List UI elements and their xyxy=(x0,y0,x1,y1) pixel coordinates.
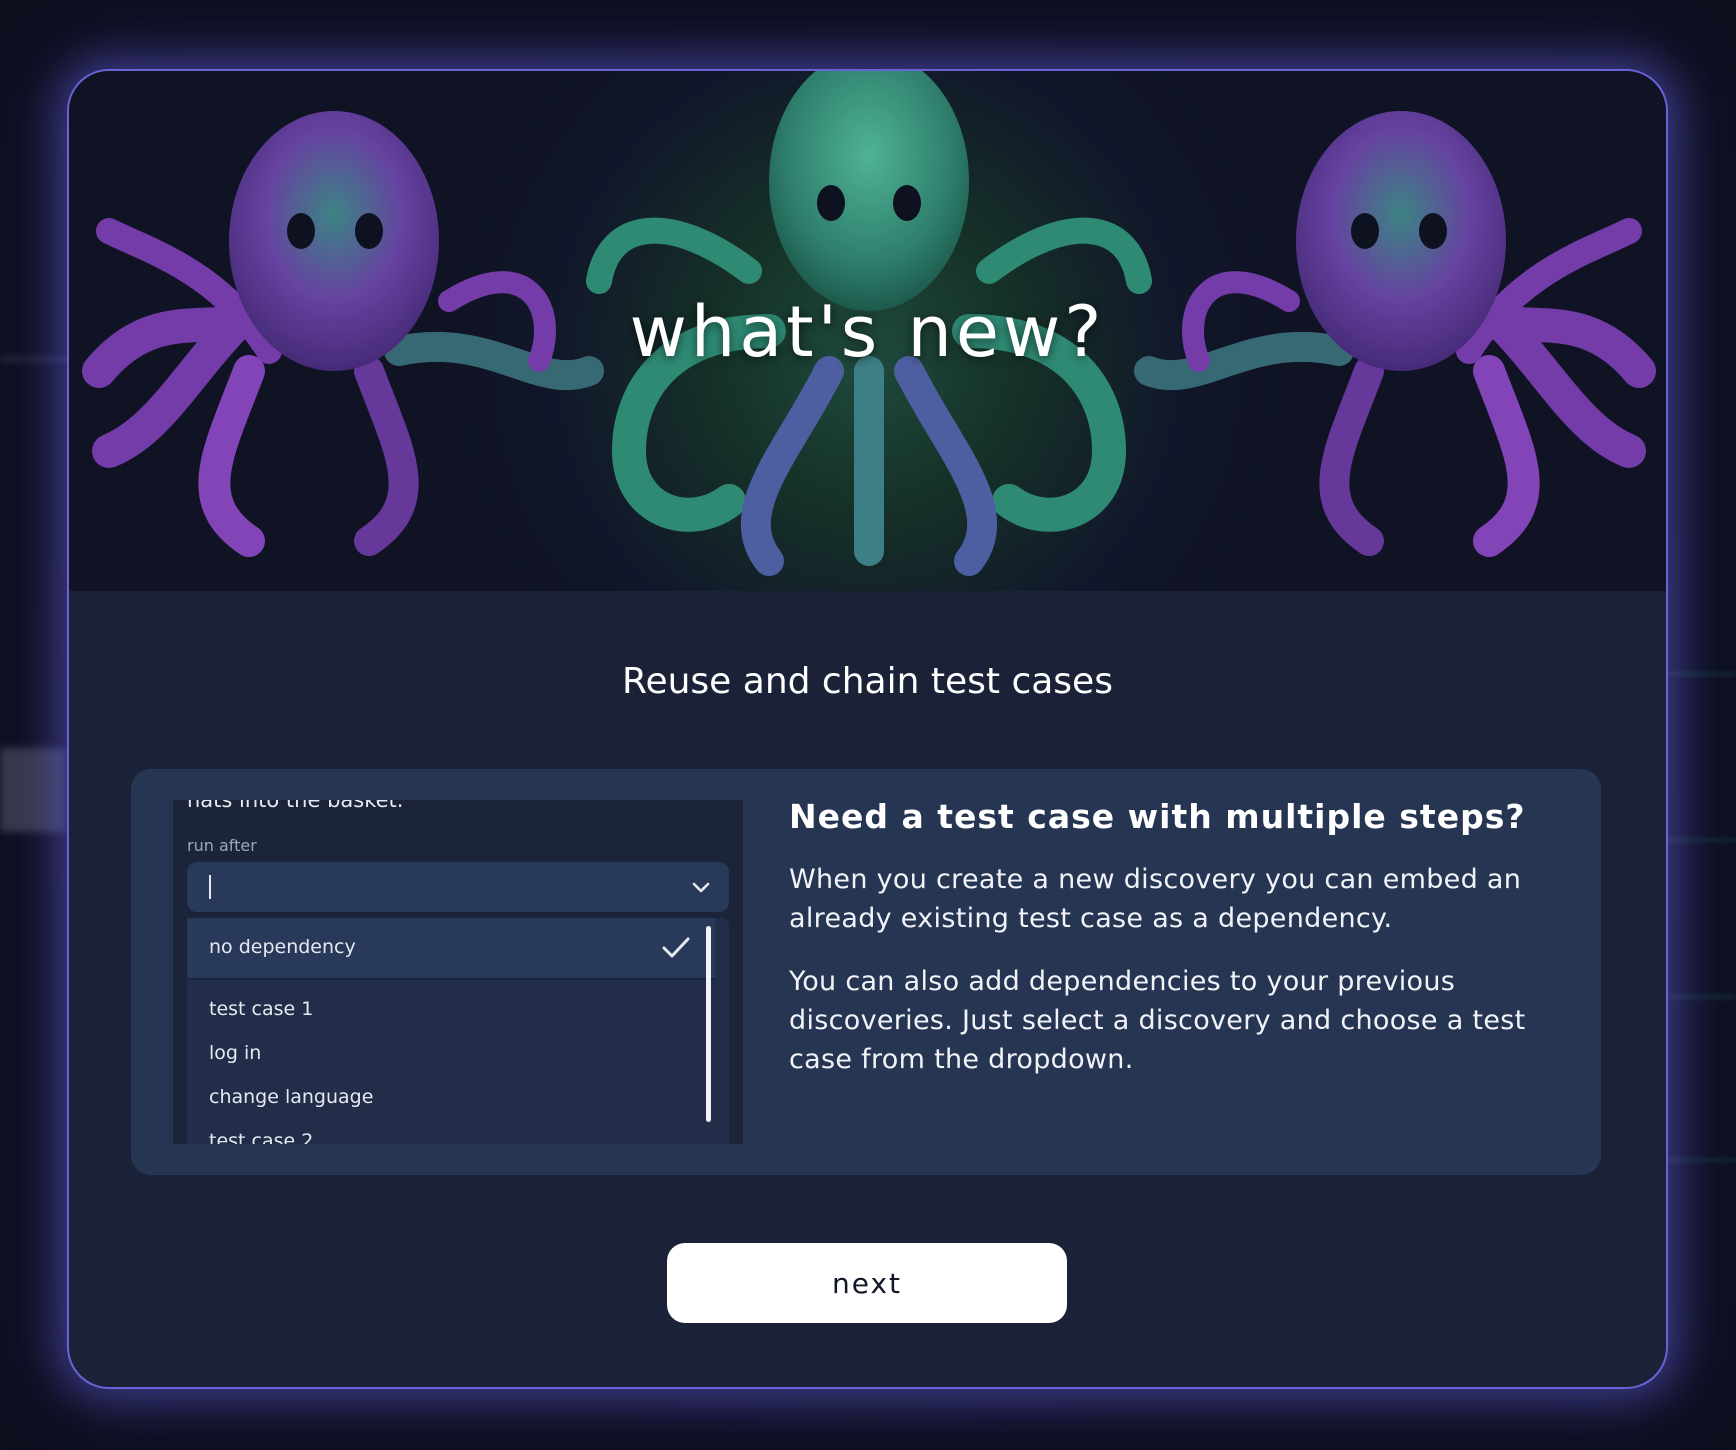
run-after-select xyxy=(187,862,729,912)
modal-title: what's new? xyxy=(629,291,1106,373)
background-blur xyxy=(1666,1158,1736,1162)
feature-paragraph: You can also add dependencies to your pr… xyxy=(789,966,1526,1075)
dropdown-option: change language xyxy=(209,1086,374,1108)
whats-new-modal: what's new? Reuse and chain test cases h… xyxy=(67,69,1668,1389)
feature-heading: Need a test case with multiple steps? xyxy=(789,797,1526,836)
background-blur xyxy=(1666,995,1736,999)
dropdown-scrollbar xyxy=(706,926,711,1122)
feature-subtitle: Reuse and chain test cases xyxy=(622,661,1113,702)
dropdown-option: log in xyxy=(209,1042,262,1064)
preview-text: hats into the basket. xyxy=(187,800,404,812)
run-after-label: run after xyxy=(187,836,257,855)
feature-card: hats into the basket. run after no depen… xyxy=(131,769,1601,1175)
dropdown-preview-image: hats into the basket. run after no depen… xyxy=(173,800,743,1144)
dropdown-option: test case 1 xyxy=(209,998,314,1020)
background-blur xyxy=(1666,672,1736,676)
background-blur xyxy=(0,748,66,832)
hero-banner: what's new? xyxy=(69,71,1666,591)
next-button[interactable]: next xyxy=(667,1243,1067,1323)
background-blur xyxy=(1666,838,1736,842)
feature-paragraph: When you create a new discovery you can … xyxy=(789,864,1522,934)
dropdown-option-selected: no dependency xyxy=(187,918,715,980)
text-cursor xyxy=(209,875,211,899)
dependency-dropdown: no dependency test case 1 log in change … xyxy=(187,918,729,1144)
feature-description: Need a test case with multiple steps? Wh… xyxy=(789,797,1569,1103)
background-blur xyxy=(0,356,70,362)
checkmark-icon xyxy=(662,937,690,958)
chevron-down-icon xyxy=(692,882,710,893)
dropdown-option: test case 2 xyxy=(209,1130,314,1144)
option-label: no dependency xyxy=(209,936,356,958)
